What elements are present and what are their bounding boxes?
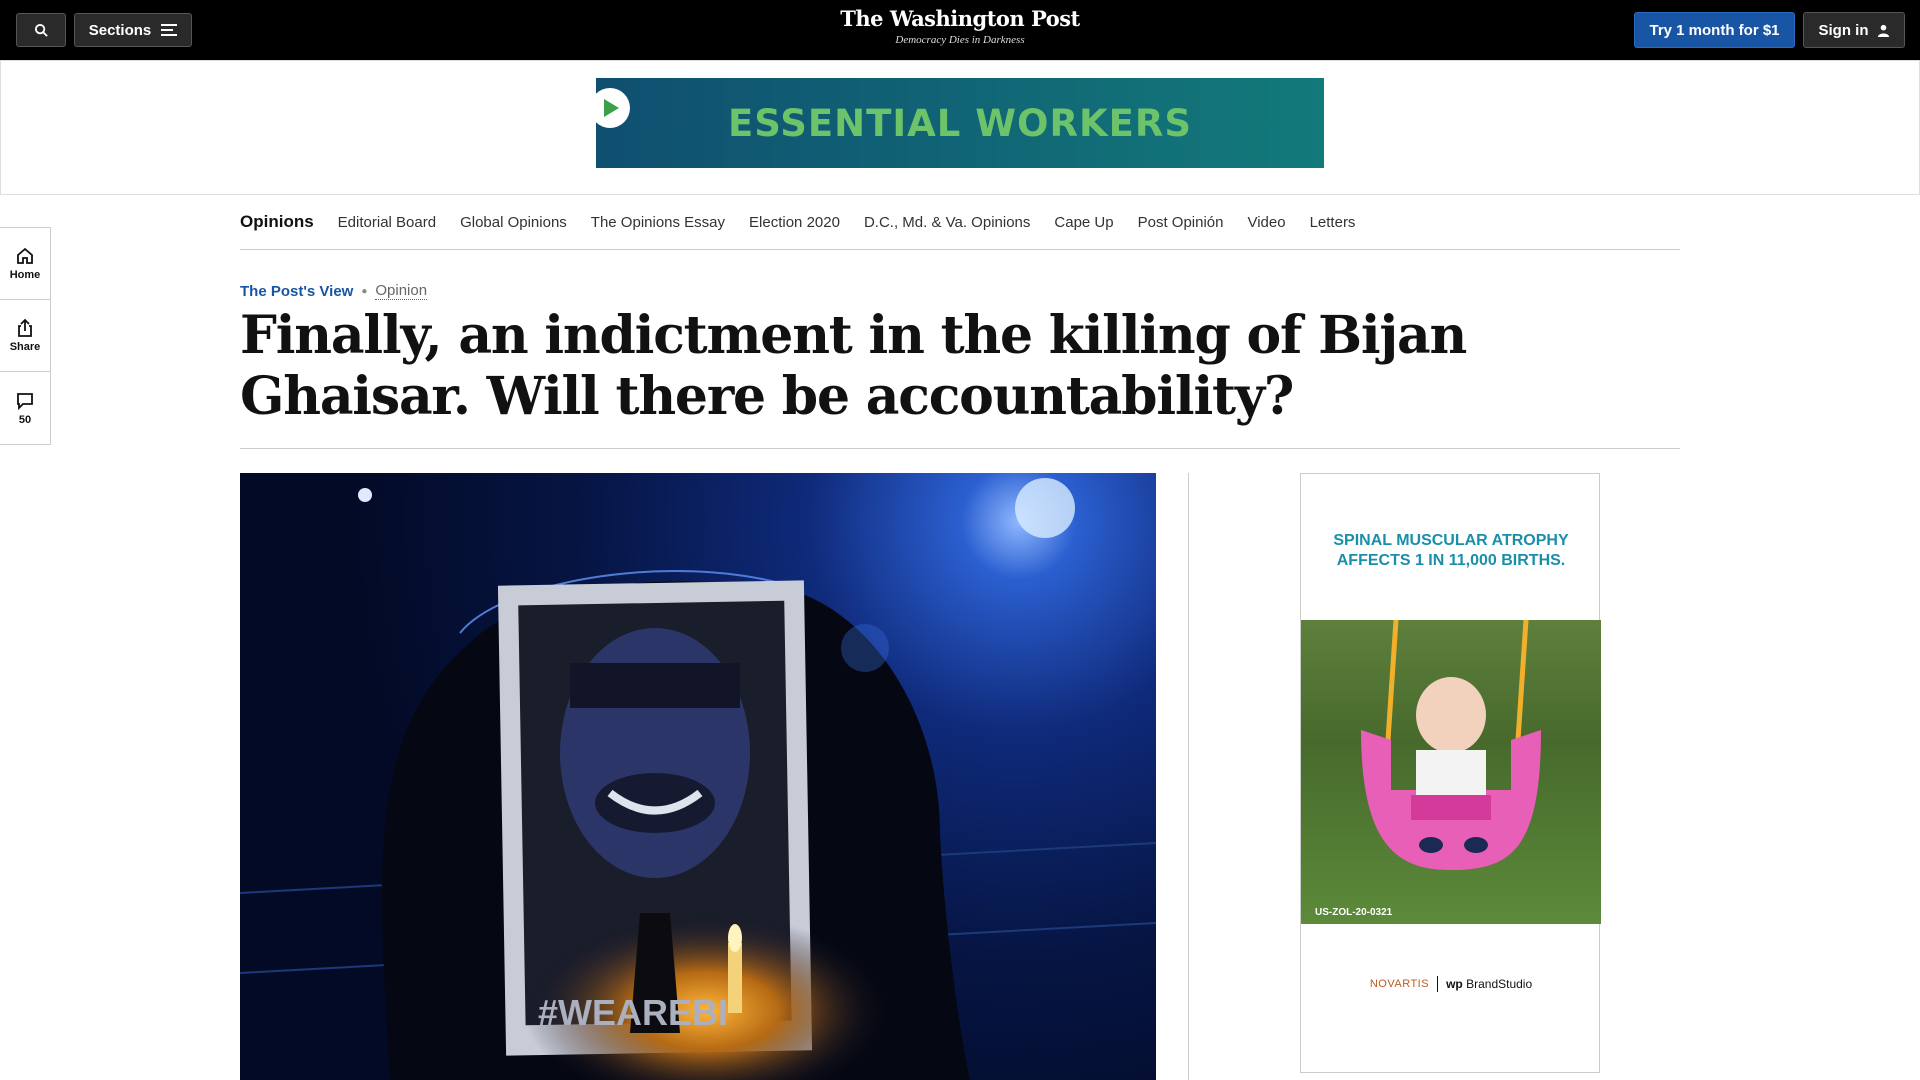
subnav-brand[interactable]: Opinions <box>240 212 314 232</box>
subscribe-button[interactable]: Try 1 month for $1 <box>1634 12 1795 48</box>
rail-comments-count: 50 <box>18 413 32 426</box>
lead-photo[interactable]: #WEAREBI <box>240 473 1156 1080</box>
subnav-item-cape-up[interactable]: Cape Up <box>1054 214 1113 231</box>
subnav-item-opinions-essay[interactable]: The Opinions Essay <box>591 214 725 231</box>
side-ad-code: US-ZOL-20-0321 <box>1315 907 1393 918</box>
kicker-separator: ● <box>361 285 368 297</box>
play-icon <box>590 88 630 128</box>
novartis-logo: NOVARTIS <box>1369 978 1430 990</box>
rail-home-label: Home <box>9 269 41 281</box>
rail-share-button[interactable]: Share <box>0 300 50 372</box>
subnav-item-video[interactable]: Video <box>1247 214 1285 231</box>
sign-in-label: Sign in <box>1818 21 1869 39</box>
headline-divider <box>240 448 1680 449</box>
subnav-item-post-opinion[interactable]: Post Opinión <box>1138 214 1224 231</box>
sponsor-divider <box>1437 976 1439 992</box>
column-divider <box>1188 473 1189 1080</box>
brandstudio-logo: wp BrandStudio <box>1446 977 1533 991</box>
article-headline: Finally, an indictment in the killing of… <box>240 305 1467 427</box>
opinions-subnav: Opinions Editorial Board Global Opinions… <box>240 195 1680 250</box>
site-tagline: Democracy Dies in Darkness <box>895 34 1025 46</box>
home-icon <box>17 247 33 264</box>
photo-shirt-text: #WEAREBI <box>538 992 728 1033</box>
subnav-item-global-opinions[interactable]: Global Opinions <box>460 214 567 231</box>
rail-home-button[interactable]: Home <box>0 228 50 300</box>
subnav-item-election-2020[interactable]: Election 2020 <box>749 214 840 231</box>
left-rail: Home Share 50 <box>0 227 51 445</box>
side-ad-footer: NOVARTIS wp BrandStudio <box>1301 976 1601 992</box>
side-ad[interactable]: SPINAL MUSCULAR ATROPHY AFFECTS 1 IN 11,… <box>1300 473 1601 1073</box>
brandstudio-label: BrandStudio <box>1466 977 1533 991</box>
subnav-item-dc-md-va[interactable]: D.C., Md. & Va. Opinions <box>864 214 1030 231</box>
subnav-item-letters[interactable]: Letters <box>1310 214 1356 231</box>
side-ad-headline: SPINAL MUSCULAR ATROPHY AFFECTS 1 IN 11,… <box>1333 532 1569 569</box>
kicker-section[interactable]: Opinion <box>375 282 428 300</box>
top-ad-text: ESSENTIAL WORKERS <box>727 101 1193 145</box>
rail-share-label: Share <box>9 341 41 353</box>
site-logo[interactable]: The Washington Post <box>0 6 1920 31</box>
masthead[interactable]: The Washington Post Democracy Dies in Da… <box>0 6 1920 46</box>
user-icon <box>1877 24 1889 37</box>
top-bar: Sections The Washington Post Democracy D… <box>0 0 1920 60</box>
comment-icon <box>17 392 33 410</box>
subnav-item-editorial-board[interactable]: Editorial Board <box>338 214 436 231</box>
side-ad-photo: US-ZOL-20-0321 <box>1301 620 1601 924</box>
lead-photo-image: #WEAREBI <box>240 478 1156 1080</box>
article-kicker: The Post's View ● Opinion <box>240 282 428 300</box>
share-icon <box>18 318 32 337</box>
sign-in-button[interactable]: Sign in <box>1803 12 1905 48</box>
kicker-label[interactable]: The Post's View <box>240 283 353 300</box>
top-ad-banner[interactable]: ESSENTIAL WORKERS <box>590 78 1324 168</box>
rail-comments-button[interactable]: 50 <box>0 372 50 444</box>
